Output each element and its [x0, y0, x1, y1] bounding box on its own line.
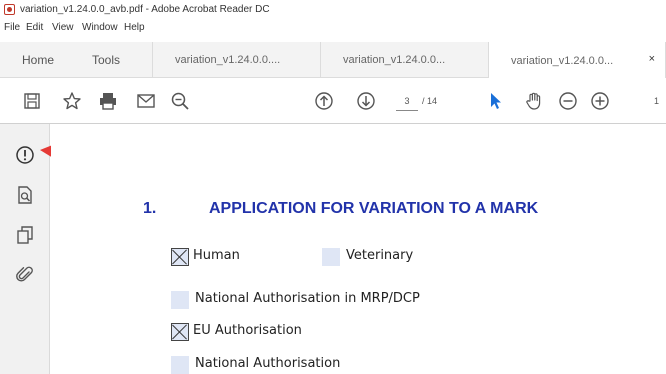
- zoom-level-input[interactable]: 1: [654, 91, 659, 111]
- window-title: variation_v1.24.0.0_avb.pdf - Adobe Acro…: [20, 4, 270, 15]
- checkbox-eu-authorisation[interactable]: [171, 323, 189, 341]
- alert-circle-icon[interactable]: [12, 142, 38, 168]
- attachment-icon[interactable]: [12, 262, 38, 288]
- tab-bar: Home Tools variation_v1.24.0.0.... varia…: [0, 42, 666, 79]
- menu-view[interactable]: View: [52, 22, 74, 33]
- select-cursor-icon[interactable]: [484, 89, 508, 113]
- save-icon[interactable]: [20, 89, 44, 113]
- menu-help[interactable]: Help: [124, 22, 145, 33]
- acrobat-logo-icon: [4, 4, 15, 15]
- option-label-veterinary: Veterinary: [346, 248, 414, 263]
- tab-document-2[interactable]: variation_v1.24.0.0...: [320, 42, 488, 78]
- toolbar: 3 / 14 1: [0, 78, 666, 124]
- zoom-in-icon[interactable]: [588, 89, 612, 113]
- tab-document-3[interactable]: variation_v1.24.0.0... ×: [488, 42, 666, 79]
- page-number-input[interactable]: 3: [396, 91, 418, 111]
- prev-page-icon[interactable]: [312, 89, 336, 113]
- checkbox-national-mrp-dcp[interactable]: [171, 291, 189, 309]
- menu-file[interactable]: File: [4, 22, 20, 33]
- tab-document-1[interactable]: variation_v1.24.0.0....: [152, 42, 320, 78]
- close-tab-icon[interactable]: ×: [649, 53, 655, 65]
- document-page: 1. APPLICATION FOR VARIATION TO A MARK H…: [51, 124, 666, 374]
- page-total: / 14: [422, 96, 438, 106]
- search-zoom-icon[interactable]: [168, 89, 192, 113]
- bookmark-star-icon[interactable]: [60, 89, 84, 113]
- section-number: 1.: [143, 200, 157, 217]
- tab-tools[interactable]: Tools: [92, 42, 120, 78]
- tab-document-3-label: variation_v1.24.0.0...: [511, 54, 614, 67]
- option-label-national-authorisation: National Authorisation: [195, 356, 341, 371]
- option-label-national-mrp-dcp: National Authorisation in MRP/DCP: [195, 291, 420, 306]
- email-icon[interactable]: [134, 89, 158, 113]
- section-title: APPLICATION FOR VARIATION TO A MARK: [209, 200, 539, 217]
- menu-edit[interactable]: Edit: [26, 22, 43, 33]
- tab-home[interactable]: Home: [22, 42, 54, 78]
- checkbox-human[interactable]: [171, 248, 189, 266]
- document-search-icon[interactable]: [12, 182, 38, 208]
- copy-pages-icon[interactable]: [12, 222, 38, 248]
- menu-window[interactable]: Window: [82, 22, 118, 33]
- hand-tool-icon[interactable]: [522, 89, 546, 113]
- menu-bar: File Edit View Window Help: [0, 20, 666, 36]
- option-label-human: Human: [193, 248, 240, 263]
- checkbox-national-authorisation[interactable]: [171, 356, 189, 374]
- option-label-eu-authorisation: EU Authorisation: [193, 323, 302, 338]
- next-page-icon[interactable]: [354, 89, 378, 113]
- print-icon[interactable]: [96, 89, 120, 113]
- zoom-out-icon[interactable]: [556, 89, 580, 113]
- title-bar: variation_v1.24.0.0_avb.pdf - Adobe Acro…: [0, 0, 666, 20]
- checkbox-veterinary[interactable]: [322, 248, 340, 266]
